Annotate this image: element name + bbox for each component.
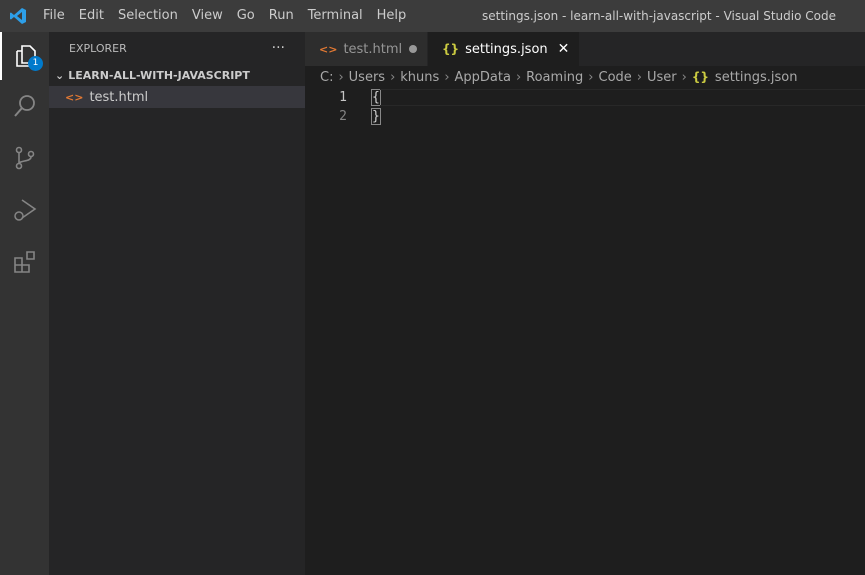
line-number: 2 <box>339 109 347 124</box>
explorer-sidebar: EXPLORER ··· ⌄ LEARN-ALL-WITH-JAVASCRIPT… <box>49 32 305 575</box>
run-debug-button[interactable] <box>0 186 49 234</box>
chevron-right-icon: › <box>515 69 522 85</box>
chevron-right-icon: › <box>636 69 642 85</box>
menu-go[interactable]: Go <box>230 0 262 32</box>
line-text: { <box>371 89 381 106</box>
tab-test-html[interactable]: <> test.html <box>305 32 428 66</box>
menu-view[interactable]: View <box>185 0 230 32</box>
menu-edit[interactable]: Edit <box>72 0 111 32</box>
menu-run[interactable]: Run <box>262 0 301 32</box>
line-number: 1 <box>339 90 347 105</box>
line-text: } <box>371 108 381 125</box>
json-file-icon: {} <box>691 70 709 84</box>
tab-label: test.html <box>343 41 403 57</box>
chevron-right-icon: › <box>681 69 687 85</box>
breadcrumb: C: › Users › khuns › AppData › Roaming › Code… <box>305 66 797 88</box>
extensions-button[interactable] <box>0 238 49 286</box>
explorer-button[interactable]: 1 <box>0 32 49 80</box>
breadcrumb-item[interactable]: AppData <box>455 70 511 85</box>
explorer-badge: 1 <box>28 56 43 71</box>
close-icon[interactable]: ✕ <box>558 41 570 57</box>
json-file-icon: {} <box>442 42 460 56</box>
tab-label: settings.json <box>465 41 548 57</box>
tab-settings-json[interactable]: {} settings.json ✕ <box>428 32 581 66</box>
breadcrumb-item[interactable]: Code <box>599 70 632 85</box>
menu-terminal[interactable]: Terminal <box>301 0 370 32</box>
chevron-right-icon: › <box>390 69 396 85</box>
chevron-right-icon: › <box>444 69 450 85</box>
current-line-highlight <box>379 89 865 106</box>
folder-name: LEARN-ALL-WITH-JAVASCRIPT <box>68 68 250 82</box>
breadcrumb-item[interactable]: settings.json <box>715 70 798 85</box>
code-line: 2 } <box>305 107 865 126</box>
chevron-right-icon: › <box>588 69 594 85</box>
run-debug-icon <box>13 199 36 221</box>
code-line: 1 { <box>305 88 865 107</box>
explorer-title: EXPLORER <box>69 41 127 55</box>
more-actions-button[interactable]: ··· <box>272 40 285 56</box>
chevron-right-icon: › <box>338 69 344 85</box>
title-bar: File Edit Selection View Go Run Terminal… <box>0 0 865 32</box>
window-title: settings.json - learn-all-with-javascrip… <box>482 9 836 23</box>
search-icon <box>13 95 35 117</box>
code-editor[interactable]: 1 { 2 } <box>305 88 865 126</box>
breadcrumb-item[interactable]: User <box>647 70 677 85</box>
vscode-logo-icon <box>0 0 36 32</box>
workspace-folder[interactable]: ⌄ LEARN-ALL-WITH-JAVASCRIPT <box>49 64 305 86</box>
chevron-down-icon: ⌄ <box>55 68 65 82</box>
menu-file[interactable]: File <box>36 0 72 32</box>
breadcrumb-item[interactable]: Users <box>349 70 385 85</box>
search-button[interactable] <box>0 82 49 130</box>
explorer-header: EXPLORER ··· <box>49 32 305 64</box>
file-item-test-html[interactable]: <> test.html <box>49 86 305 108</box>
menu-help[interactable]: Help <box>370 0 414 32</box>
html-file-icon: <> <box>65 90 84 104</box>
breadcrumb-item[interactable]: Roaming <box>526 70 583 85</box>
editor-tabs: <> test.html {} settings.json ✕ <box>305 32 865 66</box>
menu-selection[interactable]: Selection <box>111 0 185 32</box>
breadcrumb-item[interactable]: khuns <box>400 70 439 85</box>
source-control-button[interactable] <box>0 134 49 182</box>
file-name: test.html <box>89 89 149 105</box>
html-file-icon: <> <box>319 42 338 56</box>
modified-dot-icon[interactable] <box>409 45 417 53</box>
extensions-icon <box>13 251 35 273</box>
source-control-icon <box>15 146 34 170</box>
activity-bar: 1 <box>0 32 49 575</box>
breadcrumb-item[interactable]: C: <box>320 70 333 85</box>
